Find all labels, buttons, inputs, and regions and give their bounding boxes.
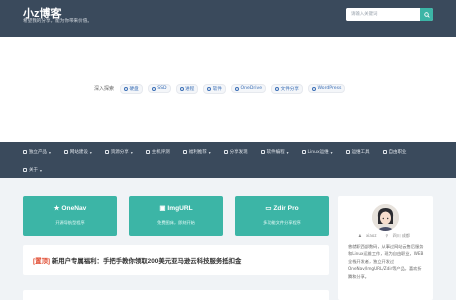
nav-item-label: 主机评测	[151, 150, 170, 155]
post-card[interactable]	[23, 290, 329, 300]
nav-icon	[23, 150, 27, 154]
pinned-post[interactable]: [置顶] 新用户专属福利：手把手教你领取200美元亚马逊云科技服务抵扣金	[23, 245, 329, 275]
tag-icon	[207, 86, 212, 91]
nav-item-label: 自由职业	[388, 150, 407, 155]
tag-icon	[179, 86, 184, 91]
tag-link[interactable]: 进程	[175, 83, 199, 94]
site-description: 希望我的分享，能为你带来价值。	[23, 19, 92, 24]
nav-item-label: 资源分享	[110, 150, 129, 155]
tag-icon	[124, 86, 129, 91]
tag-icon	[235, 86, 239, 91]
nav-item-label: 运维工具	[351, 150, 370, 155]
nav-item[interactable]: Linux运维 ▾	[301, 149, 333, 155]
product-card-onenav[interactable]: ★ OneNav 开源导航型程序	[23, 196, 117, 236]
tag-link[interactable]: OneDrive	[231, 84, 267, 93]
author-profile: ♟ xiaoz ⚲ 四川 成都 曾就职西部数码，从事过网站云售后服务和Linux…	[338, 196, 433, 300]
avatar[interactable]	[372, 204, 399, 231]
tag-icon	[312, 86, 316, 91]
card-title: ▣ ImgURL	[159, 205, 193, 212]
tag-icon	[275, 86, 280, 91]
nav-item[interactable]: 网站建设 ▾	[63, 149, 92, 155]
nav-row: 独立产品 ▾ 网站建设 ▾ 资源分享 ▾ 主机评测 福利推荐 ▾ 分享发现 软件编程 ▾ Linux运维…	[23, 147, 420, 157]
nav-item[interactable]: 自由职业	[382, 149, 407, 155]
nav-icon	[182, 150, 187, 154]
nav-item[interactable]: 运维工具	[345, 149, 370, 155]
card-subtitle: 免费图床，即刻开始	[157, 220, 195, 225]
nav-item[interactable]: 分享发现	[223, 149, 248, 155]
nav-icon	[23, 168, 27, 172]
chevron-down-icon: ▾	[40, 167, 42, 173]
tag-icon	[151, 86, 156, 91]
nav-icon	[345, 150, 350, 154]
tag-link[interactable]: 硬盘	[120, 83, 143, 94]
product-card-zdir[interactable]: ▭ Zdir Pro 多功能文件分享程序	[235, 196, 329, 236]
nav-item[interactable]: 关于 ▾	[23, 167, 42, 173]
nav-item[interactable]: 软件编程 ▾	[260, 149, 289, 155]
product-card-imgurl[interactable]: ▣ ImgURL 免费图床，即刻开始	[129, 196, 223, 236]
nav-icon	[301, 150, 306, 154]
search-icon	[423, 11, 430, 18]
nav-icon	[382, 150, 387, 154]
nav-item-label: 分享发现	[229, 150, 248, 155]
author-location: ⚲ 四川 成都	[385, 233, 410, 238]
author-bio: 曾就职西部数码，从事过网站云售后服务和Linux运维工作，现为自由职业，WEB全…	[348, 244, 424, 279]
author-name[interactable]: ♟ xiaoz	[358, 233, 379, 239]
search-button[interactable]	[420, 8, 433, 21]
nav-item[interactable]: 主机评测	[145, 149, 170, 155]
nav-row: 关于 ▾	[23, 165, 55, 175]
nav-item-label: 软件编程	[266, 150, 285, 155]
tag-link[interactable]: WordPress	[308, 84, 346, 93]
tag-strip: 深入探索 硬盘 SSD 进程 软件 OneDrive 文件分享 WordPres…	[94, 83, 350, 94]
tag-link[interactable]: 软件	[203, 83, 226, 94]
nav-item-label: 福利推荐	[188, 150, 207, 155]
chevron-down-icon: ▾	[130, 149, 133, 155]
nav-item[interactable]: 福利推荐 ▾	[182, 149, 211, 155]
nav-icon	[63, 150, 68, 154]
nav-item-label: 关于	[29, 168, 38, 173]
nav-item-label: 独立产品	[29, 150, 47, 155]
nav-icon	[260, 150, 265, 154]
avatar-illustration	[372, 204, 399, 231]
card-title: ★ OneNav	[53, 205, 87, 212]
chevron-down-icon: ▾	[208, 149, 211, 155]
search-input[interactable]	[346, 8, 421, 21]
chevron-down-icon: ▾	[330, 149, 333, 155]
chevron-down-icon: ▾	[89, 149, 92, 155]
main-nav: 独立产品 ▾ 网站建设 ▾ 资源分享 ▾ 主机评测 福利推荐 ▾ 分享发现 软件编程 ▾ Linux运维…	[0, 142, 456, 178]
chevron-down-icon: ▾	[49, 149, 51, 155]
card-subtitle: 多功能文件分享程序	[263, 220, 301, 225]
nav-icon	[104, 150, 109, 154]
pinned-post-title: [置顶] 新用户专属福利：手把手教你领取200美元亚马逊云科技服务抵扣金	[33, 258, 242, 265]
nav-icon	[223, 150, 228, 154]
search-box	[346, 8, 433, 21]
card-subtitle: 开源导航型程序	[55, 220, 85, 225]
tag-link[interactable]: 文件分享	[271, 83, 303, 94]
page: 小z博客 希望我的分享，能为你带来价值。 深入探索 硬盘 SSD 进程 软件 O…	[0, 0, 456, 300]
chevron-down-icon: ▾	[286, 149, 289, 155]
pinned-tag: [置顶]	[33, 258, 51, 265]
profile-meta: ♟ xiaoz ⚲ 四川 成都	[338, 233, 433, 239]
site-header: 小z博客 希望我的分享，能为你带来价值。	[0, 0, 456, 37]
nav-item-label: Linux运维	[307, 150, 329, 155]
tag-strip-label: 深入探索	[94, 86, 115, 92]
nav-item[interactable]: 独立产品 ▾	[23, 149, 51, 155]
tag-link[interactable]: SSD	[147, 84, 171, 93]
nav-item-label: 网站建设	[69, 150, 88, 155]
card-title: ▭ Zdir Pro	[265, 205, 299, 212]
nav-icon	[145, 150, 150, 154]
nav-item[interactable]: 资源分享 ▾	[104, 149, 133, 155]
